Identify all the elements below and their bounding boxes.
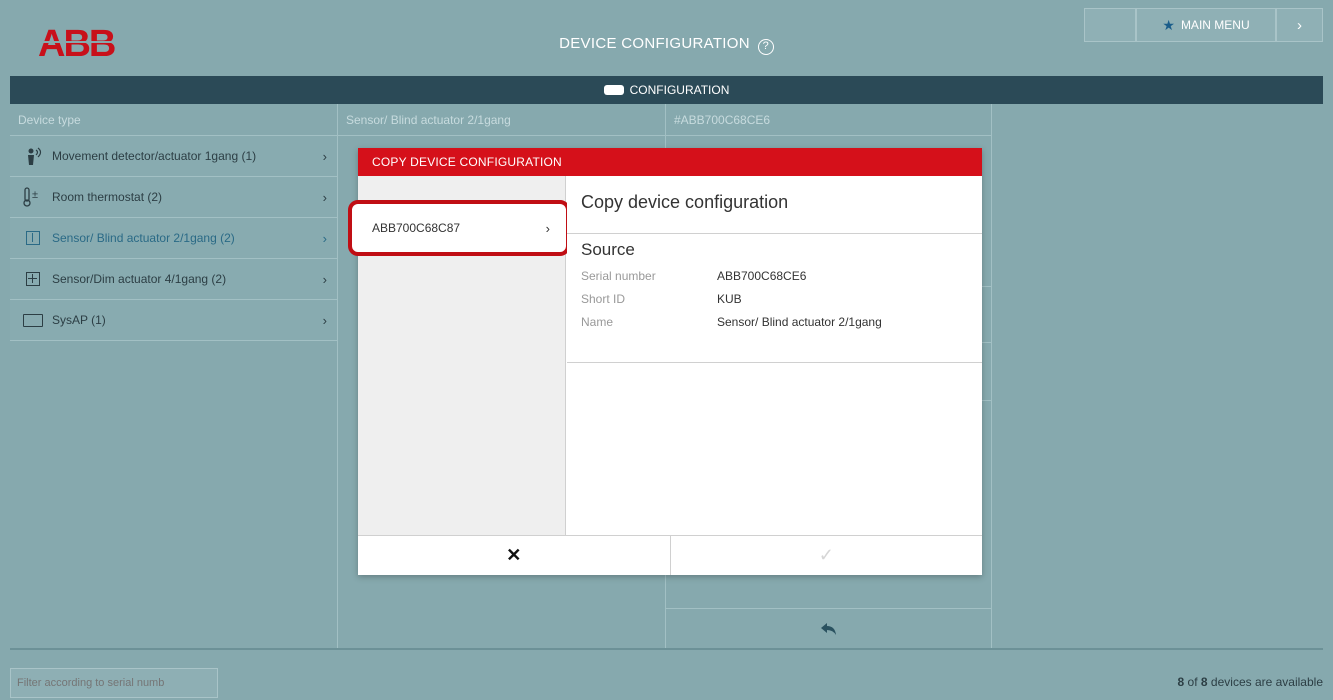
- devices-count: 8 of 8 devices are available: [1178, 675, 1323, 689]
- chevron-right-icon: ›: [322, 189, 327, 205]
- reply-arrow-icon: [820, 622, 836, 635]
- devices-count-of: of: [1184, 675, 1201, 689]
- svg-text:±: ±: [32, 189, 38, 201]
- chevron-right-icon: ›: [322, 271, 327, 287]
- device-type-column: Device type Movement detector/actuator 1…: [10, 104, 338, 648]
- device-header: Sensor/ Blind actuator 2/1gang: [338, 104, 665, 136]
- page-title-text: DEVICE CONFIGURATION: [559, 35, 750, 52]
- back-button[interactable]: [666, 608, 991, 648]
- close-icon: ✕: [506, 545, 522, 565]
- header: ABB DEVICE CONFIGURATION? ★ MAIN MENU ›: [10, 8, 1323, 76]
- confirm-button[interactable]: ✓: [671, 536, 983, 575]
- field-label: Name: [581, 315, 614, 329]
- device-type-label: Sensor/Dim actuator 4/1gang (2): [52, 272, 227, 286]
- chevron-right-icon: ›: [322, 148, 327, 164]
- serial-filter-input[interactable]: [10, 668, 218, 698]
- device-selection-list: ABB700C68C87 ›: [348, 176, 570, 535]
- chevron-right-icon: ›: [1297, 16, 1302, 34]
- movement-detector-icon: [22, 146, 44, 166]
- cancel-button[interactable]: ✕: [358, 536, 671, 575]
- device-type-header: Device type: [10, 104, 337, 136]
- devices-count-suffix: devices are available: [1207, 675, 1323, 689]
- dialog-title: COPY DEVICE CONFIGURATION: [358, 148, 982, 176]
- main-menu-button[interactable]: ★ MAIN MENU: [1136, 8, 1276, 42]
- source-heading: Source: [581, 240, 635, 259]
- short-id-row: Short ID KUB: [567, 292, 982, 306]
- app-root: ABB DEVICE CONFIGURATION? ★ MAIN MENU › …: [0, 0, 1333, 700]
- dialog-details: Copy device configuration Source Serial …: [567, 176, 982, 535]
- dim-actuator-icon: [22, 269, 44, 289]
- serial-header: #ABB700C68CE6: [666, 104, 991, 136]
- device-type-label: Movement detector/actuator 1gang (1): [52, 149, 257, 163]
- name-row: Name Sensor/ Blind actuator 2/1gang: [567, 315, 982, 329]
- field-label: Serial number: [581, 269, 656, 283]
- configuration-bar: CONFIGURATION: [10, 76, 1323, 104]
- device-type-row-movement-detector[interactable]: Movement detector/actuator 1gang (1) ›: [10, 136, 337, 177]
- checkmark-icon: ✓: [818, 545, 834, 565]
- copy-config-dialog: COPY DEVICE CONFIGURATION ABB700C68C87 ›…: [348, 148, 982, 575]
- star-icon: ★: [1162, 16, 1175, 33]
- chevron-right-icon: ›: [322, 230, 327, 246]
- configuration-label: CONFIGURATION: [629, 83, 730, 97]
- devices-count-total: 8: [1200, 675, 1208, 689]
- dialog-heading: Copy device configuration: [567, 176, 982, 234]
- chevron-right-icon: ›: [322, 312, 327, 328]
- header-next-button[interactable]: ›: [1276, 8, 1323, 42]
- device-type-row-dim-actuator[interactable]: Sensor/Dim actuator 4/1gang (2) ›: [10, 259, 337, 300]
- chevron-right-icon: ›: [545, 220, 550, 236]
- field-value: Sensor/ Blind actuator 2/1gang: [717, 315, 882, 329]
- sysap-icon: [22, 310, 44, 330]
- dialog-footer: ✕ ✓: [358, 535, 982, 575]
- tag-icon: [603, 85, 624, 95]
- device-type-label: SysAP (1): [52, 313, 106, 327]
- thermostat-icon: ±: [22, 187, 44, 207]
- empty-column: [992, 104, 1323, 648]
- field-label: Short ID: [581, 292, 626, 306]
- field-value: KUB: [717, 292, 742, 306]
- serial-number-row: Serial number ABB700C68CE6: [567, 269, 982, 283]
- blind-actuator-icon: [22, 228, 44, 248]
- divider: [567, 362, 982, 363]
- question-circle-icon[interactable]: ?: [757, 39, 774, 55]
- field-value: ABB700C68CE6: [717, 269, 807, 283]
- device-type-label: Room thermostat (2): [52, 190, 163, 204]
- target-device-serial: ABB700C68C87: [372, 221, 461, 235]
- device-type-label: Sensor/ Blind actuator 2/1gang (2): [52, 231, 235, 245]
- main-menu-label: MAIN MENU: [1180, 18, 1250, 32]
- device-type-row-blind-actuator[interactable]: Sensor/ Blind actuator 2/1gang (2) ›: [10, 218, 337, 259]
- target-device-item[interactable]: ABB700C68C87 ›: [348, 200, 570, 256]
- header-blank-button[interactable]: [1084, 8, 1136, 42]
- device-type-row-sysap[interactable]: SysAP (1) ›: [10, 300, 337, 341]
- device-type-row-room-thermostat[interactable]: ± Room thermostat (2) ›: [10, 177, 337, 218]
